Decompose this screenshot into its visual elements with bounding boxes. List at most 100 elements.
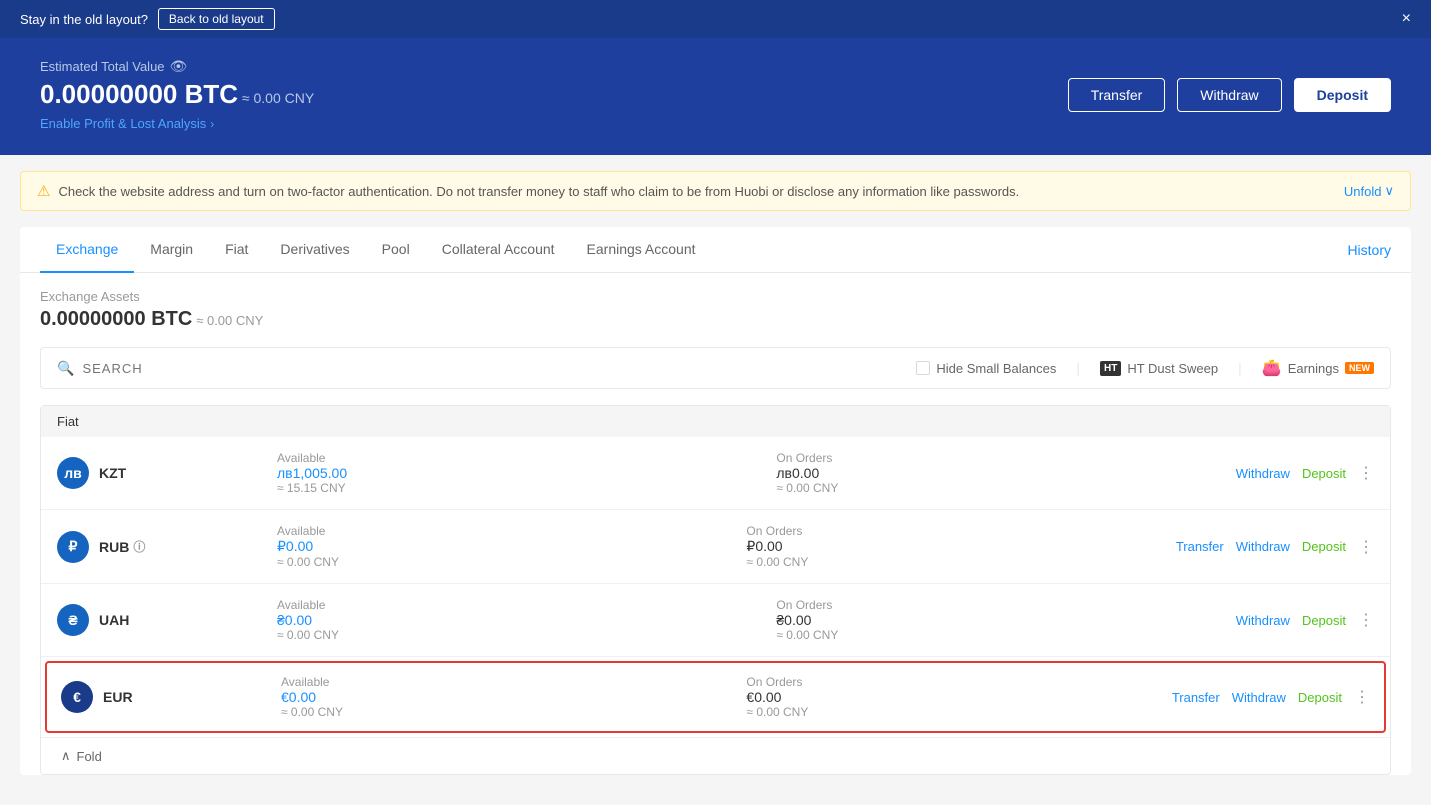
header-section: Estimated Total Value 👁 0.00000000 BTC ≈… [0,38,1431,155]
table-row: ₴ UAH Available ₴0.00 ≈ 0.00 CNY On Orde… [41,584,1390,657]
uah-deposit-button[interactable]: Deposit [1302,613,1346,628]
coin-symbol-eur: EUR [103,689,133,705]
kzt-available: Available лв1,005.00 ≈ 15.15 CNY [237,451,736,495]
coin-info-kzt: лв KZT [57,457,237,489]
btc-amount: 0.00000000 BTC [40,79,238,109]
estimated-label: Estimated Total Value 👁 [40,58,314,75]
divider2: | [1238,360,1242,376]
tab-fiat[interactable]: Fiat [209,227,264,273]
earnings-button[interactable]: 👛 Earnings NEW [1262,358,1374,378]
tab-exchange[interactable]: Exchange [40,227,134,273]
coin-symbol-uah: UAH [99,612,129,628]
controls-bar: 🔍 Hide Small Balances | HT HT Dust Sweep… [40,347,1391,389]
uah-orders: On Orders ₴0.00 ≈ 0.00 CNY [736,598,1235,642]
table-row: лв KZT Available лв1,005.00 ≈ 15.15 CNY … [41,437,1390,510]
controls-right: Hide Small Balances | HT HT Dust Sweep |… [916,358,1374,378]
back-old-layout-button[interactable]: Back to old layout [158,8,275,30]
tab-collateral-account[interactable]: Collateral Account [426,227,571,273]
new-badge: NEW [1345,362,1374,374]
kzt-actions: Withdraw Deposit ⋮ [1236,463,1374,483]
arrow-right-icon: › [210,117,214,131]
assets-cny: ≈ 0.00 CNY [196,313,263,328]
coin-info-eur: € EUR [61,681,241,713]
rub-more-button[interactable]: ⋮ [1358,537,1374,557]
rub-orders: On Orders ₽0.00 ≈ 0.00 CNY [706,524,1175,569]
main-content: Exchange Margin Fiat Derivatives Pool Co… [20,227,1411,775]
exchange-assets-label: Exchange Assets [40,289,1391,304]
uah-logo: ₴ [57,604,89,636]
exchange-assets-value: 0.00000000 BTC ≈ 0.00 CNY [40,308,1391,331]
coin-info-rub: ₽ RUB ⓘ [57,531,237,563]
transfer-button[interactable]: Transfer [1068,78,1166,112]
tab-margin[interactable]: Margin [134,227,209,273]
header-left: Estimated Total Value 👁 0.00000000 BTC ≈… [40,58,314,131]
divider: | [1076,360,1080,376]
top-notification-bar: Stay in the old layout? Back to old layo… [0,0,1431,38]
kzt-more-button[interactable]: ⋮ [1358,463,1374,483]
eur-transfer-button[interactable]: Transfer [1172,690,1220,705]
table-row: ₽ RUB ⓘ Available ₽0.00 ≈ 0.00 CNY On Or… [41,510,1390,584]
rub-logo: ₽ [57,531,89,563]
exchange-assets-section: Exchange Assets 0.00000000 BTC ≈ 0.00 CN… [20,273,1411,347]
eur-logo: € [61,681,93,713]
eur-deposit-button[interactable]: Deposit [1298,690,1342,705]
hide-small-checkbox[interactable] [916,361,930,375]
warning-icon: ⚠ [37,182,50,200]
deposit-button[interactable]: Deposit [1294,78,1391,112]
kzt-withdraw-button[interactable]: Withdraw [1236,466,1290,481]
search-area: 🔍 [57,360,916,377]
search-input[interactable] [82,361,258,376]
eur-actions: Transfer Withdraw Deposit ⋮ [1172,687,1370,707]
eur-more-button[interactable]: ⋮ [1354,687,1370,707]
kzt-logo: лв [57,457,89,489]
eur-withdraw-button[interactable]: Withdraw [1232,690,1286,705]
cny-approx: ≈ 0.00 CNY [242,90,314,106]
kzt-deposit-button[interactable]: Deposit [1302,466,1346,481]
wallet-icon: 👛 [1262,358,1282,378]
tab-earnings-account[interactable]: Earnings Account [571,227,712,273]
chevron-up-icon: ∧ [61,748,71,764]
uah-more-button[interactable]: ⋮ [1358,610,1374,630]
close-topbar-icon[interactable]: × [1402,10,1411,28]
warning-content: ⚠ Check the website address and turn on … [37,182,1019,200]
uah-actions: Withdraw Deposit ⋮ [1236,610,1374,630]
hide-small-balances[interactable]: Hide Small Balances [916,361,1056,376]
rub-available: Available ₽0.00 ≈ 0.00 CNY [237,524,706,569]
assets-btc: 0.00000000 BTC [40,308,192,330]
warning-bar: ⚠ Check the website address and turn on … [20,171,1411,211]
withdraw-button[interactable]: Withdraw [1177,78,1281,112]
search-icon: 🔍 [57,360,74,377]
fold-label: Fold [77,749,102,764]
unfold-button[interactable]: Unfold ∨ [1344,183,1394,199]
visibility-toggle-icon[interactable]: 👁 [170,58,188,75]
coin-symbol-kzt: KZT [99,465,126,481]
eur-orders: On Orders €0.00 ≈ 0.00 CNY [706,675,1171,719]
coin-info-uah: ₴ UAH [57,604,237,636]
stay-old-layout-text: Stay in the old layout? [20,12,148,27]
tabs-bar: Exchange Margin Fiat Derivatives Pool Co… [20,227,1411,273]
warning-text: Check the website address and turn on tw… [58,184,1019,199]
chevron-down-icon: ∨ [1384,183,1394,199]
rub-info-icon[interactable]: ⓘ [133,538,145,555]
btc-amount-value: 0.00000000 BTC ≈ 0.00 CNY [40,79,314,110]
table-row: € EUR Available €0.00 ≈ 0.00 CNY On Orde… [45,661,1386,733]
header-actions: Transfer Withdraw Deposit [1068,78,1391,112]
uah-available: Available ₴0.00 ≈ 0.00 CNY [237,598,736,642]
kzt-orders: On Orders лв0.00 ≈ 0.00 CNY [736,451,1235,495]
rub-deposit-button[interactable]: Deposit [1302,539,1346,554]
ht-dust-sweep[interactable]: HT HT Dust Sweep [1100,361,1218,376]
uah-withdraw-button[interactable]: Withdraw [1236,613,1290,628]
fold-section[interactable]: ∧ Fold [41,737,1390,774]
tab-pool[interactable]: Pool [366,227,426,273]
ht-logo-icon: HT [1100,361,1121,376]
rub-withdraw-button[interactable]: Withdraw [1236,539,1290,554]
rub-transfer-button[interactable]: Transfer [1176,539,1224,554]
coin-symbol-rub: RUB ⓘ [99,538,145,555]
fiat-section-header: Fiat [41,406,1390,437]
rub-actions: Transfer Withdraw Deposit ⋮ [1176,537,1374,557]
history-link[interactable]: History [1347,228,1391,272]
asset-table: Fiat лв KZT Available лв1,005.00 ≈ 15.15… [40,405,1391,775]
eur-available: Available €0.00 ≈ 0.00 CNY [241,675,706,719]
enable-profit-loss-link[interactable]: Enable Profit & Lost Analysis › [40,116,314,131]
tab-derivatives[interactable]: Derivatives [264,227,365,273]
